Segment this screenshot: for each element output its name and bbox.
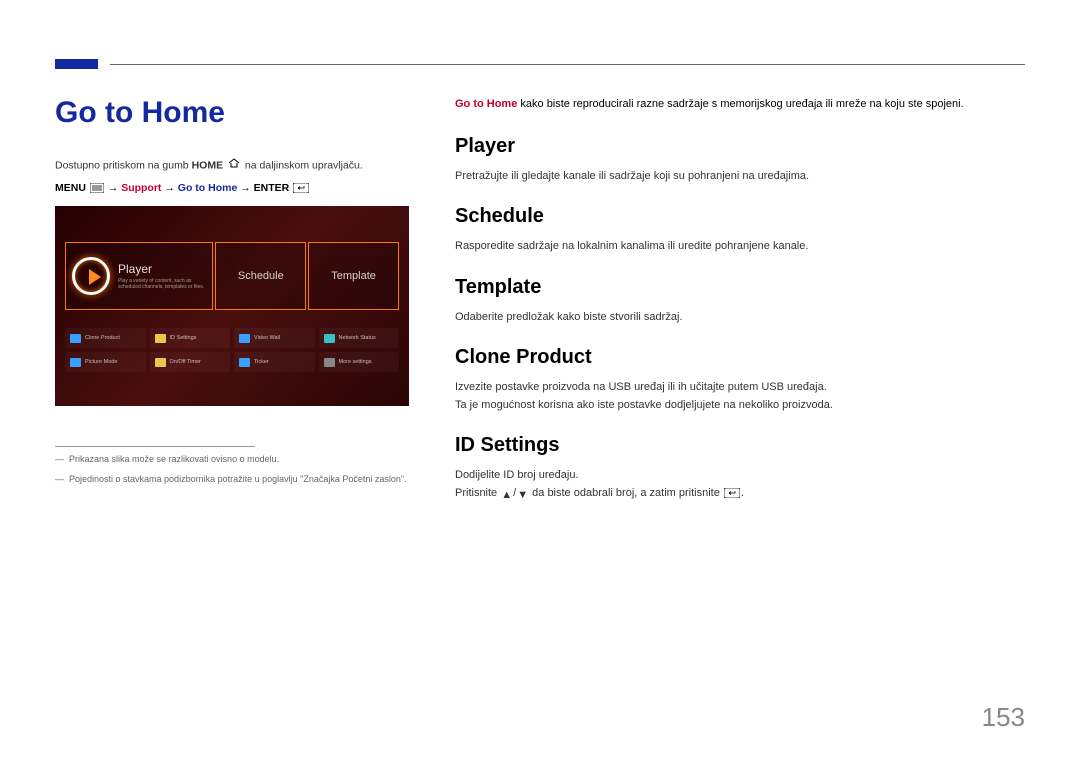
section-body: Odaberite predložak kako biste stvorili … xyxy=(455,309,1025,327)
mini-label: Ticker xyxy=(254,359,269,365)
grid-item: Ticker xyxy=(234,352,315,372)
path-enter: ENTER xyxy=(254,182,290,194)
section-body: Dodijelite ID broj uređaju. xyxy=(455,467,1025,485)
mini-label: Network Status xyxy=(339,335,376,341)
brand-mark xyxy=(55,59,98,69)
mini-label: Picture Mode xyxy=(85,359,117,365)
note-text: Prikazana slika može se razlikovati ovis… xyxy=(55,453,415,467)
home-icon xyxy=(228,158,240,174)
grid-item: Clone Product xyxy=(65,328,146,348)
path-arrow: → xyxy=(108,182,119,194)
grid-item: ID Settings xyxy=(150,328,231,348)
section-body: Pretražujte ili gledajte kanale ili sadr… xyxy=(455,168,1025,186)
tile-player-sub: Play a variety of content, such as sched… xyxy=(118,278,206,290)
icons-grid: Clone Product ID Settings Video Wall Net… xyxy=(65,328,399,372)
section-heading: Player xyxy=(455,135,1025,158)
availability-text: Dostupno pritiskom na gumb HOME na dalji… xyxy=(55,158,415,174)
path-arrow: → xyxy=(164,182,175,194)
section-body: Izvezite postavke proizvoda na USB uređa… xyxy=(455,379,1025,397)
path-goto: Go to Home xyxy=(178,182,238,194)
section-template: Template Odaberite predložak kako biste … xyxy=(455,276,1025,327)
path-arrow: → xyxy=(240,182,251,194)
intro-bold: Go to Home xyxy=(455,98,517,110)
section-heading: ID Settings xyxy=(455,434,1025,457)
path-support: Support xyxy=(121,182,161,194)
section-body: Pritisnite ▲/▼ da biste odabrali broj, a… xyxy=(455,485,1025,505)
section-schedule: Schedule Rasporedite sadržaje na lokalni… xyxy=(455,205,1025,256)
notes-divider xyxy=(55,446,255,447)
desc-bold: HOME xyxy=(192,160,224,172)
grid-item: More settings xyxy=(319,352,400,372)
tile-template-label: Template xyxy=(331,270,376,282)
intro-text: Go to Home kako biste reproducirali razn… xyxy=(455,96,1025,113)
section-heading: Template xyxy=(455,276,1025,299)
path-menu: MENU xyxy=(55,182,86,194)
mini-label: On/Off Timer xyxy=(170,359,201,365)
more-settings-icon xyxy=(324,358,335,367)
section-clone-product: Clone Product Izvezite postavke proizvod… xyxy=(455,346,1025,414)
menu-icon xyxy=(90,183,104,196)
mini-label: Video Wall xyxy=(254,335,280,341)
clone-product-icon xyxy=(70,334,81,343)
mini-label: Clone Product xyxy=(85,335,120,341)
section-body: Rasporedite sadržaje na lokalnim kanalim… xyxy=(455,238,1025,256)
id-settings-icon xyxy=(155,334,166,343)
network-status-icon xyxy=(324,334,335,343)
page-title: Go to Home xyxy=(55,96,415,130)
section-heading: Clone Product xyxy=(455,346,1025,369)
section-player: Player Pretražujte ili gledajte kanale i… xyxy=(455,135,1025,186)
grid-item: Picture Mode xyxy=(65,352,146,372)
down-triangle-icon: ▼ xyxy=(517,487,528,505)
id-p2-post: . xyxy=(741,487,744,499)
section-id-settings: ID Settings Dodijelite ID broj uređaju. … xyxy=(455,434,1025,504)
tile-player: Player Play a variety of content, such a… xyxy=(65,242,213,310)
tile-template: Template xyxy=(308,242,399,310)
section-body: Ta je mogućnost korisna ako iste postavk… xyxy=(455,397,1025,415)
desc-pre: Dostupno pritiskom na gumb xyxy=(55,160,192,172)
grid-item: On/Off Timer xyxy=(150,352,231,372)
play-icon xyxy=(72,257,110,295)
picture-mode-icon xyxy=(70,358,81,367)
menu-path: MENU → Support → Go to Home → ENTER xyxy=(55,182,415,196)
id-p2-pre: Pritisnite xyxy=(455,487,500,499)
grid-item: Network Status xyxy=(319,328,400,348)
enter-icon xyxy=(293,183,309,196)
desc-post: na daljinskom upravljaču. xyxy=(242,160,363,172)
tiles-row: Player Play a variety of content, such a… xyxy=(65,242,399,310)
mini-label: ID Settings xyxy=(170,335,197,341)
up-triangle-icon: ▲ xyxy=(501,487,512,505)
page-number: 153 xyxy=(982,702,1025,733)
tile-schedule-label: Schedule xyxy=(238,270,284,282)
note-text: Pojedinosti o stavkama podizbornika potr… xyxy=(55,473,415,487)
mini-label: More settings xyxy=(339,359,372,365)
top-divider xyxy=(110,64,1025,65)
video-wall-icon xyxy=(239,334,250,343)
grid-item: Video Wall xyxy=(234,328,315,348)
home-screenshot: Player Play a variety of content, such a… xyxy=(55,206,409,406)
id-p2-mid: da biste odabrali broj, a zatim pritisni… xyxy=(529,487,723,499)
right-column: Go to Home kako biste reproducirali razn… xyxy=(455,96,1025,525)
tile-player-title: Player xyxy=(118,262,206,276)
intro-rest: kako biste reproducirali razne sadržaje … xyxy=(517,98,963,110)
left-column: Go to Home Dostupno pritiskom na gumb HO… xyxy=(55,96,415,492)
section-heading: Schedule xyxy=(455,205,1025,228)
tile-schedule: Schedule xyxy=(215,242,306,310)
ticker-icon xyxy=(239,358,250,367)
enter-icon xyxy=(724,487,740,505)
onoff-timer-icon xyxy=(155,358,166,367)
